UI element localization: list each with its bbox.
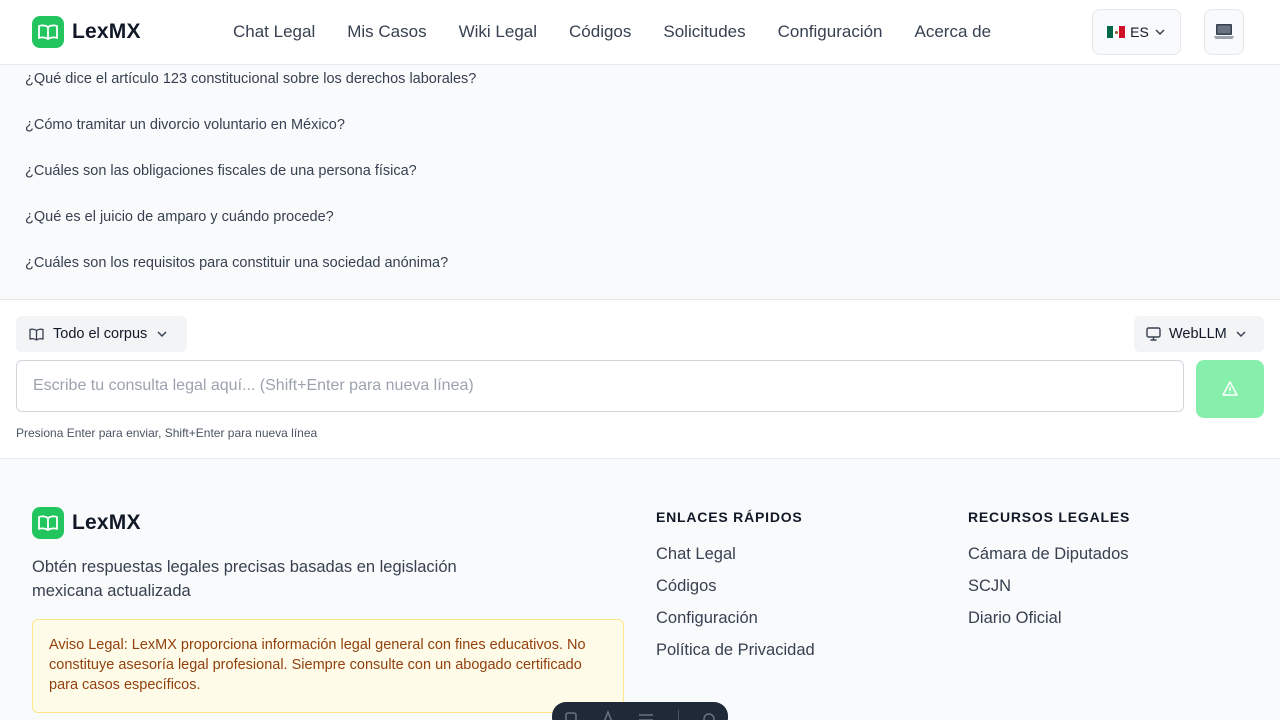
brand-name: LexMX: [72, 20, 141, 43]
footer-brand-name: LexMX: [72, 511, 141, 534]
suggestion-item[interactable]: ¿Qué dice el artículo 123 constitucional…: [25, 71, 476, 87]
footer-link-scjn[interactable]: SCJN: [968, 577, 1011, 596]
footer-brand-logo[interactable]: LexMX: [32, 507, 141, 539]
legal-resources-column: RECURSOS LEGALES Cámara de Diputados SCJ…: [968, 509, 1131, 627]
language-selector[interactable]: ES: [1092, 9, 1181, 55]
legal-resources-title: RECURSOS LEGALES: [968, 509, 1131, 525]
language-label: ES: [1130, 24, 1149, 40]
chevron-down-icon: [1155, 29, 1165, 36]
book-open-icon: [32, 16, 64, 48]
chat-input-panel: Todo el corpus WebLLM Presiona Enter par…: [0, 300, 1280, 459]
model-label: WebLLM: [1169, 326, 1227, 342]
send-button[interactable]: [1196, 360, 1264, 418]
theme-toggle-button[interactable]: [1204, 9, 1244, 55]
suggestion-item[interactable]: ¿Cuáles son las obligaciones fiscales de…: [25, 163, 417, 179]
nav-mis-casos[interactable]: Mis Casos: [347, 20, 426, 44]
footer-link-codigos[interactable]: Códigos: [656, 577, 717, 596]
corpus-label: Todo el corpus: [53, 326, 148, 342]
footer-link-camara-diputados[interactable]: Cámara de Diputados: [968, 545, 1129, 564]
corpus-selector[interactable]: Todo el corpus: [16, 316, 187, 352]
nav-codigos[interactable]: Códigos: [569, 20, 631, 44]
book-icon: [29, 328, 44, 341]
legal-disclaimer: Aviso Legal: LexMX proporciona informaci…: [32, 619, 624, 713]
suggested-questions: ¿Qué dice el artículo 123 constitucional…: [0, 65, 1280, 300]
chevron-down-icon: [1236, 331, 1246, 338]
suggestion-item[interactable]: ¿Cómo tramitar un divorcio voluntario en…: [25, 117, 345, 133]
query-input[interactable]: [16, 360, 1184, 412]
footer-link-privacidad[interactable]: Política de Privacidad: [656, 641, 815, 660]
suggestion-item[interactable]: ¿Qué es el juicio de amparo y cuándo pro…: [25, 209, 334, 225]
input-hint: Presiona Enter para enviar, Shift+Enter …: [16, 426, 318, 440]
main-nav: Chat Legal Mis Casos Wiki Legal Códigos …: [233, 20, 991, 44]
nav-wiki-legal[interactable]: Wiki Legal: [459, 20, 537, 44]
inspect-icon[interactable]: [564, 710, 578, 720]
nav-configuracion[interactable]: Configuración: [778, 20, 883, 44]
model-selector[interactable]: WebLLM: [1134, 316, 1264, 352]
toolbar-divider: [677, 710, 679, 720]
mexico-flag-icon: [1107, 26, 1126, 38]
quick-links-column: ENLACES RÁPIDOS Chat Legal Códigos Confi…: [656, 509, 815, 659]
nav-solicitudes[interactable]: Solicitudes: [663, 20, 745, 44]
pointer-icon[interactable]: [601, 710, 615, 720]
send-icon: [1222, 381, 1238, 396]
laptop-icon: [1214, 24, 1234, 39]
book-open-icon: [32, 507, 64, 539]
footer-description: Obtén respuestas legales precisas basada…: [32, 558, 457, 600]
site-footer: LexMX Obtén respuestas legales precisas …: [0, 459, 1280, 720]
floating-toolbar: [552, 702, 728, 720]
footer-link-chat-legal[interactable]: Chat Legal: [656, 545, 736, 564]
quick-links-title: ENLACES RÁPIDOS: [656, 509, 803, 525]
suggestion-item[interactable]: ¿Cuáles son los requisitos para constitu…: [25, 255, 448, 271]
top-header: LexMX Chat Legal Mis Casos Wiki Legal Có…: [0, 0, 1280, 65]
brand-logo[interactable]: LexMX: [32, 16, 141, 48]
monitor-icon: [1146, 327, 1161, 341]
nav-chat-legal[interactable]: Chat Legal: [233, 20, 315, 44]
footer-link-diario-oficial[interactable]: Diario Oficial: [968, 609, 1062, 628]
chevron-down-icon: [157, 331, 167, 338]
nav-acerca-de[interactable]: Acerca de: [915, 20, 992, 44]
footer-link-configuracion[interactable]: Configuración: [656, 609, 758, 628]
menu-icon[interactable]: [638, 710, 654, 720]
gear-icon[interactable]: [702, 710, 716, 720]
